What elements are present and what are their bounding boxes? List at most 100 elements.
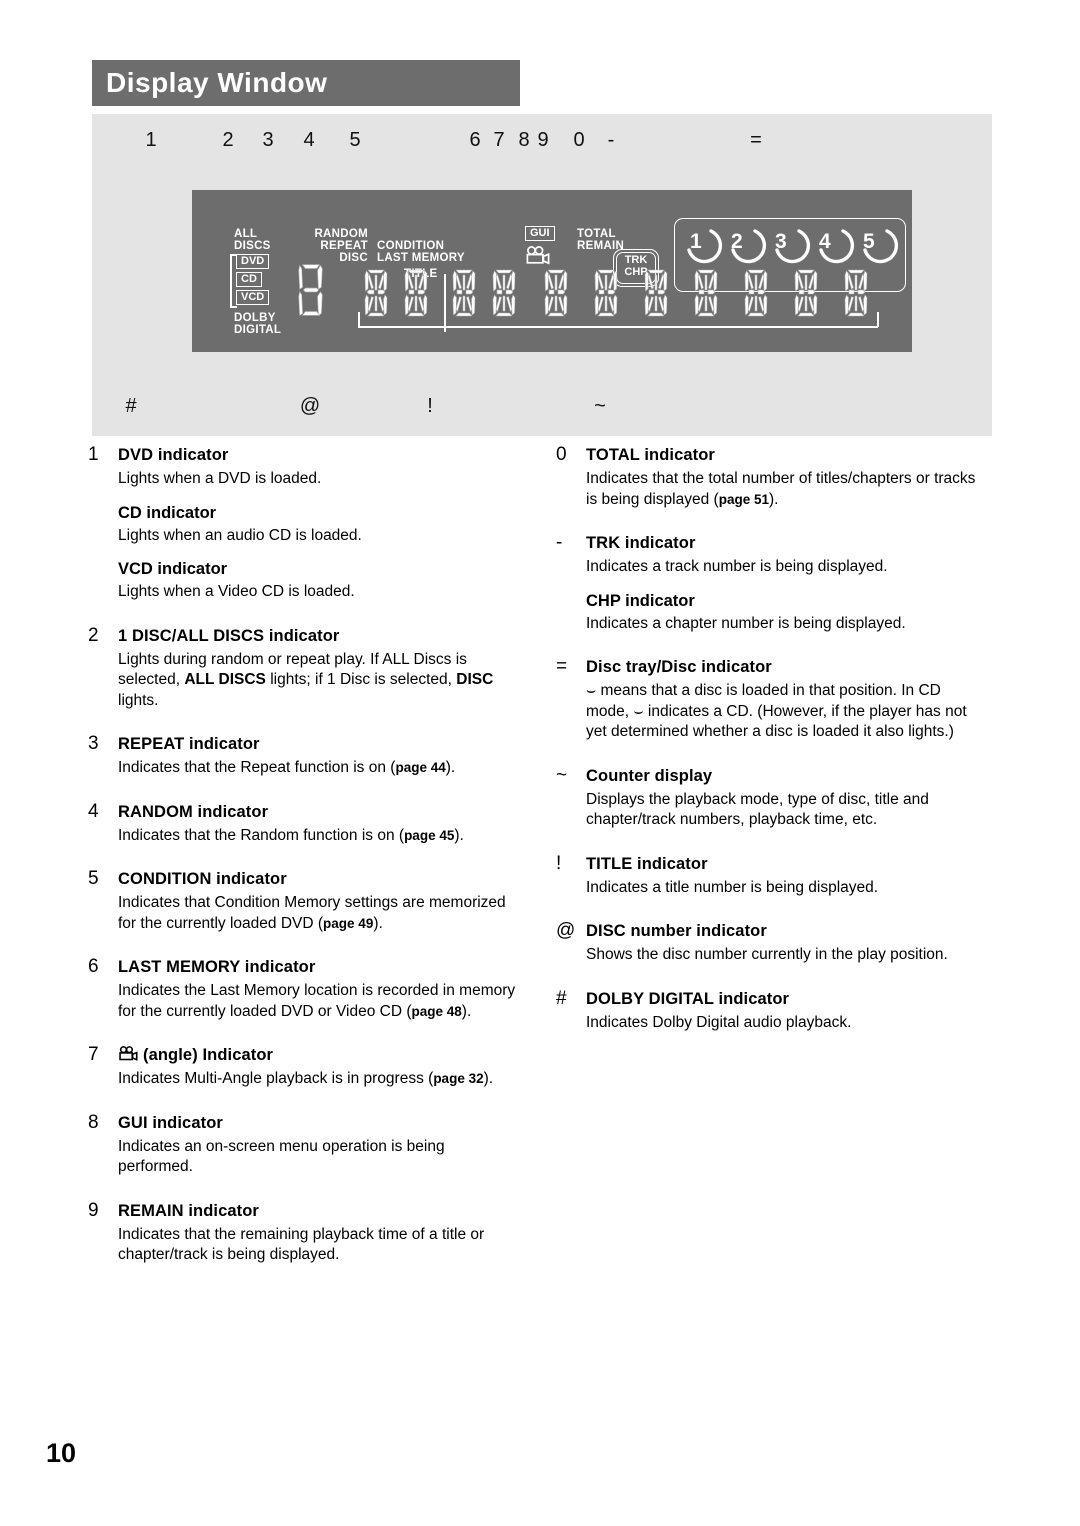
disc-indicator-3: 3 bbox=[769, 225, 813, 265]
entry-heading: 1 DISC/ALL DISCS indicator bbox=[118, 626, 340, 645]
callout-number-0: 0 bbox=[573, 129, 585, 151]
entry-description: ⌣ means that a disc is loaded in that po… bbox=[586, 682, 967, 740]
label-vcd: VCD bbox=[236, 290, 270, 305]
label-discs: DISCS bbox=[234, 240, 271, 252]
label-condition: CONDITION bbox=[377, 240, 445, 252]
counter-char-3 bbox=[452, 269, 476, 317]
entry-title-indicator: ! TITLE indicator Indicates a title numb… bbox=[556, 853, 986, 899]
desc-text: ). bbox=[454, 826, 464, 844]
entry-subdescription-vcd: Lights when a Video CD is loaded. bbox=[118, 583, 355, 600]
entry-marker: ! bbox=[556, 852, 562, 874]
label-last-memory: LAST MEMORY bbox=[377, 252, 465, 264]
title-pointer-line bbox=[444, 274, 446, 332]
entry-subdescription-chp: Indicates a chapter number is being disp… bbox=[586, 614, 906, 632]
callout-number-6: 6 bbox=[469, 129, 481, 151]
entry-marker: 9 bbox=[88, 1199, 99, 1221]
label-gui: GUI bbox=[525, 226, 555, 241]
entry-description: Shows the disc number currently in the p… bbox=[586, 946, 948, 963]
entry-subheading-vcd: VCD indicator bbox=[118, 560, 228, 578]
label-all: ALL bbox=[234, 228, 258, 240]
entry-marker: 2 bbox=[88, 624, 99, 646]
label-total: TOTAL bbox=[577, 228, 616, 240]
label-dolby: DOLBY bbox=[234, 312, 276, 324]
entry-marker: @ bbox=[556, 920, 576, 941]
counter-bracket-right bbox=[877, 312, 879, 327]
desc-part-bold: DISC bbox=[456, 671, 494, 688]
entry-description: Indicates a track number is being displa… bbox=[586, 558, 888, 575]
entry-description: Indicates an on-screen menu operation is… bbox=[118, 1137, 445, 1176]
desc-part-bold: ALL DISCS bbox=[184, 671, 266, 688]
entry-heading: CONDITION indicator bbox=[118, 870, 287, 888]
display-panel: ALL DISCS DVD CD VCD DOLBY DIGITAL RANDO… bbox=[192, 190, 912, 352]
desc-part: lights. bbox=[118, 691, 159, 709]
label-random: RANDOM bbox=[314, 228, 368, 240]
callout-number-equals: = bbox=[750, 129, 762, 151]
label-repeat: REPEAT bbox=[320, 240, 368, 252]
left-description-column: 1 DVD indicator Lights when a DVD is loa… bbox=[88, 444, 518, 1266]
display-window-figure: 1 2 3 4 5 6 7 8 9 0 - = # @ ! ~ ALL DISC… bbox=[92, 114, 992, 436]
counter-char-10 bbox=[794, 269, 818, 317]
page-reference: page 32 bbox=[433, 1071, 484, 1086]
entry-heading: DOLBY DIGITAL indicator bbox=[586, 989, 790, 1008]
callout-symbol-tilde: ~ bbox=[594, 395, 606, 417]
desc-text: ). bbox=[768, 490, 779, 508]
callout-number-4: 4 bbox=[303, 129, 315, 151]
angle-camera-icon bbox=[526, 246, 550, 265]
desc-text: ). bbox=[373, 914, 383, 932]
disc-type-brace-bottom bbox=[230, 306, 237, 308]
entry-heading: Disc tray/Disc indicator bbox=[586, 658, 772, 676]
desc-text: Indicates that Condition Memory settings… bbox=[118, 894, 506, 932]
desc-text: ). bbox=[445, 759, 456, 776]
entry-last-memory-indicator: 6 LAST MEMORY indicator Indicates the La… bbox=[88, 956, 518, 1022]
entry-heading: LAST MEMORY indicator bbox=[118, 958, 316, 976]
disc-number-seven-segment bbox=[298, 264, 323, 316]
entry-heading: (angle) Indicator bbox=[118, 1046, 273, 1065]
entry-dvd-indicator: 1 DVD indicator Lights when a DVD is loa… bbox=[88, 444, 518, 603]
label-dvd: DVD bbox=[236, 254, 270, 269]
entry-marker: = bbox=[556, 656, 568, 677]
entry-marker: 0 bbox=[556, 444, 567, 465]
entry-heading: DISC number indicator bbox=[586, 922, 767, 940]
entry-description: Displays the playback mode, type of disc… bbox=[586, 790, 929, 829]
counter-char-6 bbox=[594, 269, 618, 317]
entry-disc-number-indicator: @ DISC number indicator Shows the disc n… bbox=[556, 920, 986, 966]
counter-char-5 bbox=[544, 269, 568, 317]
desc-text: ). bbox=[461, 1002, 472, 1020]
counter-char-11 bbox=[844, 269, 868, 317]
entry-heading: DVD indicator bbox=[118, 446, 229, 464]
callout-symbol-hash: # bbox=[125, 395, 137, 417]
entry-heading-text: (angle) Indicator bbox=[143, 1046, 274, 1064]
disc-indicator-1: 1 bbox=[681, 225, 725, 265]
entry-subdescription-cd: Lights when an audio CD is loaded. bbox=[118, 526, 362, 544]
entry-marker: ~ bbox=[556, 764, 568, 786]
entry-subheading-chp: CHP indicator bbox=[586, 591, 695, 610]
desc-part: lights; if 1 Disc is selected, bbox=[265, 671, 457, 688]
disc-type-brace-top bbox=[230, 254, 237, 256]
entry-description: Lights when a DVD is loaded. bbox=[118, 470, 322, 487]
label-digital: DIGITAL bbox=[234, 324, 282, 336]
counter-char-7 bbox=[644, 269, 668, 317]
entry-heading: RANDOM indicator bbox=[118, 802, 269, 821]
entry-remain-indicator: 9 REMAIN indicator Indicates that the re… bbox=[88, 1200, 518, 1266]
callout-number-dash: - bbox=[607, 129, 615, 151]
page-reference: page 45 bbox=[404, 827, 455, 843]
counter-char-8 bbox=[694, 269, 718, 317]
page-reference: page 51 bbox=[718, 491, 769, 507]
entry-trk-indicator: - TRK indicator Indicates a track number… bbox=[556, 532, 986, 634]
entry-disc-tray-indicator: = Disc tray/Disc indicator ⌣ means that … bbox=[556, 656, 986, 743]
entry-subheading-cd: CD indicator bbox=[118, 503, 217, 522]
entry-dolby-digital-indicator: # DOLBY DIGITAL indicator Indicates Dolb… bbox=[556, 988, 986, 1034]
entry-gui-indicator: 8 GUI indicator Indicates an on-screen m… bbox=[88, 1112, 518, 1178]
entry-description: Indicates that the remaining playback ti… bbox=[118, 1225, 485, 1264]
disc-number-label-1: 1 bbox=[690, 230, 702, 253]
entry-marker: # bbox=[556, 987, 567, 1009]
entry-disc-all-discs-indicator: 2 1 DISC/ALL DISCS indicator Lights duri… bbox=[88, 625, 518, 712]
